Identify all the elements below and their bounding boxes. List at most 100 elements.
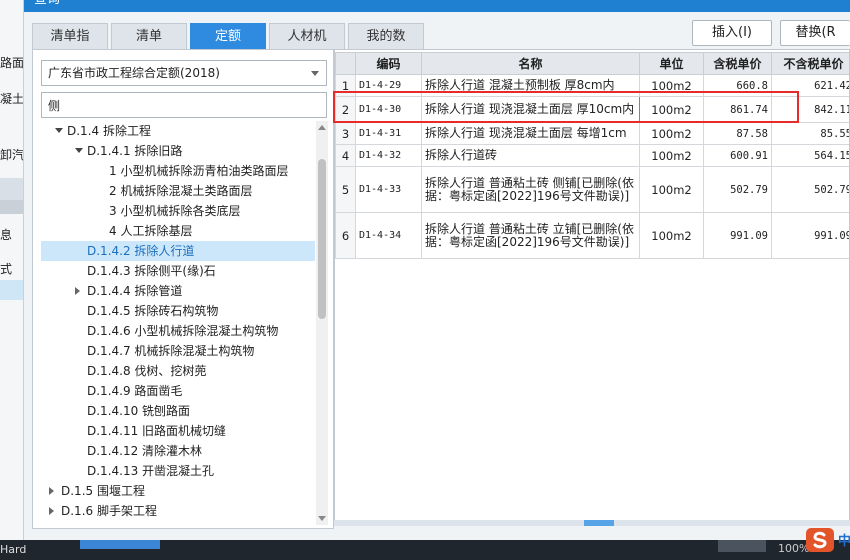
tree-item[interactable]: D.1.4.4 拆除管道 — [41, 281, 315, 301]
collapse-arrow-icon[interactable] — [55, 128, 63, 133]
tab-bill-guide[interactable]: 清单指引 — [32, 23, 108, 70]
tree-item[interactable]: D.1.4 拆除工程 — [41, 121, 315, 141]
grid-splitter[interactable] — [334, 520, 850, 526]
tree-item[interactable]: 4 人工拆除基层 — [41, 221, 315, 241]
tax-price-cell[interactable]: 660.8 — [703, 74, 772, 97]
tree-item[interactable]: 1 小型机械拆除沥青柏油类路面层 — [41, 161, 315, 181]
tree-item-label: D.1.4.1 拆除旧路 — [87, 144, 183, 158]
code-cell[interactable]: D1-4-29 — [355, 74, 422, 97]
notax-price-cell[interactable]: 991.09 — [771, 212, 849, 259]
tax-price-cell[interactable]: 87.58 — [703, 122, 772, 145]
tab-bill[interactable]: 清单 — [111, 23, 187, 49]
header-notax-price[interactable]: 不含税单价 — [771, 52, 849, 75]
tree-scrollbar[interactable] — [316, 121, 328, 525]
code-cell[interactable]: D1-4-33 — [355, 166, 422, 213]
tab-labor-material[interactable]: 人材机 — [269, 23, 345, 49]
insert-button[interactable]: 插入(I) — [692, 20, 772, 46]
tree-item-label: D.1.5 围堰工程 — [61, 484, 145, 498]
splitter-handle[interactable] — [584, 520, 614, 526]
grid-row[interactable]: 5 D1-4-33 拆除人行道 普通粘土砖 侧铺[已删除(依据：粤标定函[2022]… — [335, 166, 849, 213]
tree-item[interactable]: D.1.4.6 小型机械拆除混凝土构筑物 — [41, 321, 315, 341]
tax-price-cell[interactable]: 502.79 — [703, 166, 772, 213]
tree-item[interactable]: 2 机械拆除混凝土类路面层 — [41, 181, 315, 201]
header-name[interactable]: 名称 — [421, 52, 640, 75]
name-cell[interactable]: 拆除人行道砖 — [421, 144, 640, 167]
notax-price-cell[interactable]: 564.15 — [771, 144, 849, 167]
tab-quota[interactable]: 定额 — [190, 23, 266, 49]
code-cell[interactable]: D1-4-30 — [355, 96, 422, 123]
ime-logo-icon[interactable] — [806, 528, 834, 552]
row-number[interactable]: 4 — [335, 144, 356, 167]
tree-item[interactable]: D.1.4.12 清除灌木林 — [41, 441, 315, 461]
bg-blue-button[interactable] — [80, 540, 160, 549]
scroll-down-icon[interactable] — [318, 516, 326, 521]
search-input[interactable] — [41, 92, 327, 118]
tree-item-label: D.1.4.6 小型机械拆除混凝土构筑物 — [87, 324, 279, 338]
bg-grey-block — [718, 540, 766, 552]
tree-item[interactable]: D.1.4.5 拆除砖石构筑物 — [41, 301, 315, 321]
grid-row[interactable]: 4 D1-4-32 拆除人行道砖 100m2 600.91 564.15 — [335, 144, 849, 167]
name-cell[interactable]: 拆除人行道 混凝土预制板 厚8cm内 — [421, 74, 640, 97]
tree-item[interactable]: D.1.4.9 路面凿毛 — [41, 381, 315, 401]
unit-cell[interactable]: 100m2 — [639, 96, 704, 123]
tax-price-cell[interactable]: 600.91 — [703, 144, 772, 167]
tree-item-label: D.1.4.10 铣刨路面 — [87, 404, 191, 418]
tree-item-label: D.1.4.12 清除灌木林 — [87, 444, 203, 458]
tax-price-cell[interactable]: 991.09 — [703, 212, 772, 259]
unit-cell[interactable]: 100m2 — [639, 74, 704, 97]
grid-row[interactable]: 2 D1-4-30 拆除人行道 现浇混凝土面层 厚10cm内 100m2 861.74 8… — [335, 96, 849, 123]
row-number[interactable]: 1 — [335, 74, 356, 97]
notax-price-cell[interactable]: 85.55 — [771, 122, 849, 145]
notax-price-cell[interactable]: 621.42 — [771, 74, 849, 97]
notax-price-cell[interactable]: 502.79 — [771, 166, 849, 213]
name-cell[interactable]: 拆除人行道 现浇混凝土面层 厚10cm内 — [421, 96, 640, 123]
tree-item[interactable]: 3 小型机械拆除各类底层 — [41, 201, 315, 221]
grid-row[interactable]: 3 D1-4-31 拆除人行道 现浇混凝土面层 每增1cm 100m2 87.58 85.… — [335, 122, 849, 145]
tree-item-label: D.1.4.4 拆除管道 — [87, 284, 183, 298]
row-number[interactable]: 3 — [335, 122, 356, 145]
name-cell[interactable]: 拆除人行道 现浇混凝土面层 每增1cm — [421, 122, 640, 145]
zoom-level: 100% — [778, 542, 810, 555]
tree-item-label: D.1.6 脚手架工程 — [61, 504, 157, 518]
scroll-thumb[interactable] — [318, 159, 326, 319]
name-cell[interactable]: 拆除人行道 普通粘土砖 侧铺[已删除(依据：粤标定函[2022]196号文件勘误… — [421, 166, 640, 213]
tree-item[interactable]: D.1.4.1 拆除旧路 — [41, 141, 315, 161]
tab-my-data[interactable]: 我的数据 — [348, 23, 424, 70]
row-number[interactable]: 5 — [335, 166, 356, 213]
tree-item[interactable]: D.1.5 围堰工程 — [41, 481, 315, 501]
collapse-arrow-icon[interactable] — [75, 148, 83, 153]
tree-item[interactable]: D.1.4.7 机械拆除混凝土构筑物 — [41, 341, 315, 361]
replace-button[interactable]: 替换(R — [780, 20, 850, 46]
header-tax-price[interactable]: 含税单价 — [703, 52, 772, 75]
expand-arrow-icon[interactable] — [49, 487, 54, 495]
code-cell[interactable]: D1-4-32 — [355, 144, 422, 167]
unit-cell[interactable]: 100m2 — [639, 122, 704, 145]
tree-item[interactable]: D.1.4.8 伐树、挖树蔸 — [41, 361, 315, 381]
unit-cell[interactable]: 100m2 — [639, 166, 704, 213]
row-number[interactable]: 6 — [335, 212, 356, 259]
tree-item-label: 1 小型机械拆除沥青柏油类路面层 — [109, 164, 289, 178]
tree-item[interactable]: D.1.6 脚手架工程 — [41, 501, 315, 521]
header-unit[interactable]: 单位 — [639, 52, 704, 75]
library-select[interactable]: 广东省市政工程综合定额(2018) — [41, 60, 327, 86]
tree-item[interactable]: D.1.4.2 拆除人行道 — [41, 241, 315, 261]
grid-row[interactable]: 6 D1-4-34 拆除人行道 普通粘土砖 立铺[已删除(依据：粤标定函[2022]… — [335, 212, 849, 259]
grid-row[interactable]: 1 D1-4-29 拆除人行道 混凝土预制板 厚8cm内 100m2 660.8 621.… — [335, 74, 849, 97]
tree-item[interactable]: D.1.4.3 拆除侧平(缘)石 — [41, 261, 315, 281]
tree-item[interactable]: D.1.4.10 铣刨路面 — [41, 401, 315, 421]
tree-item[interactable]: D.1.4.13 开凿混凝土孔 — [41, 461, 315, 481]
unit-cell[interactable]: 100m2 — [639, 144, 704, 167]
code-cell[interactable]: D1-4-31 — [355, 122, 422, 145]
row-number[interactable]: 2 — [335, 96, 356, 123]
background-app-panel: 路面 凝土 卸汽 息 式 — [0, 0, 24, 560]
tree-item[interactable]: D.1.4.11 旧路面机械切缝 — [41, 421, 315, 441]
notax-price-cell[interactable]: 842.11 — [771, 96, 849, 123]
tax-price-cell[interactable]: 861.74 — [703, 96, 772, 123]
header-code[interactable]: 编码 — [355, 52, 422, 75]
code-cell[interactable]: D1-4-34 — [355, 212, 422, 259]
unit-cell[interactable]: 100m2 — [639, 212, 704, 259]
name-cell[interactable]: 拆除人行道 普通粘土砖 立铺[已删除(依据：粤标定函[2022]196号文件勘误… — [421, 212, 640, 259]
expand-arrow-icon[interactable] — [75, 287, 80, 295]
scroll-up-icon[interactable] — [318, 125, 326, 130]
expand-arrow-icon[interactable] — [49, 507, 54, 515]
